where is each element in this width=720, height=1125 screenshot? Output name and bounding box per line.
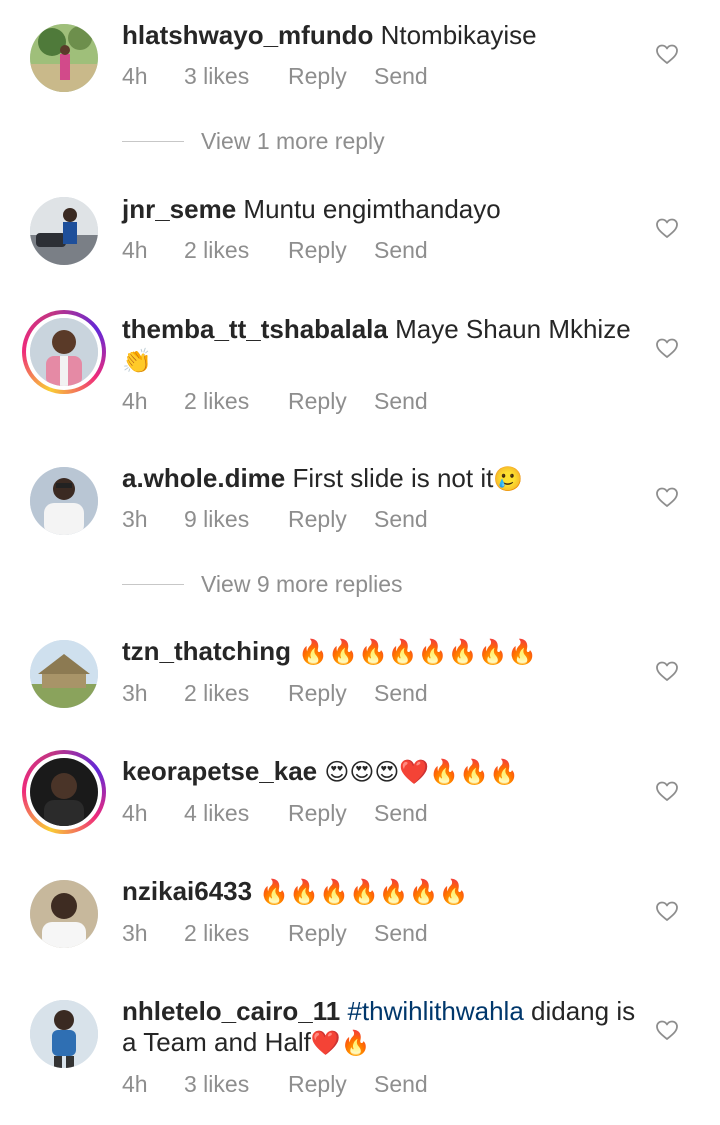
username[interactable]: jnr_seme	[122, 194, 236, 224]
likes-count[interactable]: 4 likes	[184, 800, 288, 827]
avatar[interactable]	[30, 467, 98, 535]
comment-meta: 3h 2 likes Reply Send	[122, 680, 428, 707]
reply-button[interactable]: Reply	[288, 506, 374, 533]
comment-meta: 3h 2 likes Reply Send	[122, 920, 428, 947]
comment-body: Ntombikayise	[380, 20, 537, 50]
view-more-label[interactable]: View 1 more reply	[201, 128, 385, 155]
comment-text: tzn_thatching 🔥🔥🔥🔥🔥🔥🔥🔥	[122, 636, 642, 668]
likes-count[interactable]: 2 likes	[184, 920, 288, 947]
likes-count[interactable]: 3 likes	[184, 63, 288, 90]
reply-button[interactable]: Reply	[288, 63, 374, 90]
comment-body-continued: a Team and Half	[122, 1027, 311, 1057]
emoji: 🔥🔥🔥🔥🔥🔥🔥	[259, 878, 469, 906]
emoji: 😍😍😍❤️🔥🔥🔥	[324, 758, 519, 786]
likes-count[interactable]: 2 likes	[184, 680, 288, 707]
emoji: 🔥🔥🔥🔥🔥🔥🔥🔥	[298, 638, 538, 666]
comment-time: 3h	[122, 680, 148, 706]
emoji: 🥲	[493, 465, 524, 493]
avatar[interactable]	[30, 197, 98, 265]
comment-text: nzikai6433 🔥🔥🔥🔥🔥🔥🔥	[122, 876, 642, 908]
heart-icon[interactable]	[655, 42, 679, 66]
likes-count[interactable]: 3 likes	[184, 1071, 288, 1098]
avatar[interactable]	[30, 880, 98, 948]
comment-meta: 4h 2 likes Reply Send	[122, 237, 428, 264]
avatar[interactable]	[30, 1000, 98, 1068]
send-button[interactable]: Send	[374, 680, 428, 707]
view-more-label[interactable]: View 9 more replies	[201, 571, 403, 598]
username[interactable]: hlatshwayo_mfundo	[122, 20, 373, 50]
send-button[interactable]: Send	[374, 388, 428, 415]
avatar[interactable]	[30, 24, 98, 92]
comment-meta: 4h 2 likes Reply Send	[122, 388, 428, 415]
hashtag-link[interactable]: #thwihlithwahla	[347, 996, 523, 1026]
heart-icon[interactable]	[655, 779, 679, 803]
comment-time: 3h	[122, 506, 148, 532]
heart-icon[interactable]	[655, 216, 679, 240]
view-more-replies[interactable]: View 9 more replies	[122, 571, 403, 598]
comment-body: didang is	[523, 996, 636, 1026]
comment-text: themba_tt_tshabalala Maye Shaun Mkhize 👏	[122, 314, 642, 377]
username[interactable]: themba_tt_tshabalala	[122, 314, 388, 344]
username[interactable]: keorapetse_kae	[122, 756, 317, 786]
reply-button[interactable]: Reply	[288, 1071, 374, 1098]
emoji: 👏	[122, 347, 152, 375]
likes-count[interactable]: 2 likes	[184, 237, 288, 264]
comment-time: 4h	[122, 63, 148, 89]
view-more-replies[interactable]: View 1 more reply	[122, 128, 385, 155]
comment-time: 4h	[122, 800, 148, 826]
send-button[interactable]: Send	[374, 1071, 428, 1098]
comment-meta: 4h 3 likes Reply Send	[122, 1071, 428, 1098]
heart-icon[interactable]	[655, 659, 679, 683]
comment-meta: 4h 4 likes Reply Send	[122, 800, 428, 827]
reply-button[interactable]: Reply	[288, 680, 374, 707]
username[interactable]: nhletelo_cairo_11	[122, 996, 340, 1026]
comment-meta: 4h 3 likes Reply Send	[122, 63, 428, 90]
reply-button[interactable]: Reply	[288, 800, 374, 827]
heart-icon[interactable]	[655, 1018, 679, 1042]
send-button[interactable]: Send	[374, 920, 428, 947]
comment-time: 4h	[122, 1071, 148, 1097]
comment-meta: 3h 9 likes Reply Send	[122, 506, 428, 533]
reply-button[interactable]: Reply	[288, 920, 374, 947]
comment-text: a.whole.dime First slide is not it🥲	[122, 463, 642, 495]
send-button[interactable]: Send	[374, 237, 428, 264]
send-button[interactable]: Send	[374, 506, 428, 533]
comment-time: 4h	[122, 237, 148, 263]
comment-body: First slide is not it	[292, 463, 494, 493]
reply-button[interactable]: Reply	[288, 237, 374, 264]
comment-text: hlatshwayo_mfundo Ntombikayise	[122, 20, 642, 51]
username[interactable]: tzn_thatching	[122, 636, 291, 666]
comment-text: nhletelo_cairo_11 #thwihlithwahla didang…	[122, 996, 642, 1059]
comment-text: keorapetse_kae 😍😍😍❤️🔥🔥🔥	[122, 756, 642, 788]
avatar[interactable]	[30, 640, 98, 708]
emoji: ❤️🔥	[310, 1029, 371, 1057]
reply-button[interactable]: Reply	[288, 388, 374, 415]
likes-count[interactable]: 9 likes	[184, 506, 288, 533]
story-ring-avatar[interactable]	[22, 310, 106, 394]
comment-body: Muntu engimthandayo	[243, 194, 501, 224]
send-button[interactable]: Send	[374, 63, 428, 90]
username[interactable]: nzikai6433	[122, 876, 252, 906]
likes-count[interactable]: 2 likes	[184, 388, 288, 415]
heart-icon[interactable]	[655, 899, 679, 923]
comment-time: 4h	[122, 388, 148, 414]
heart-icon[interactable]	[655, 336, 679, 360]
comment-time: 3h	[122, 920, 148, 946]
divider	[122, 141, 184, 142]
username[interactable]: a.whole.dime	[122, 463, 285, 493]
story-ring-avatar[interactable]	[22, 750, 106, 834]
comment-body: Maye Shaun Mkhize	[395, 314, 631, 344]
divider	[122, 584, 184, 585]
comment-text: jnr_seme Muntu engimthandayo	[122, 194, 642, 225]
send-button[interactable]: Send	[374, 800, 428, 827]
heart-icon[interactable]	[655, 485, 679, 509]
